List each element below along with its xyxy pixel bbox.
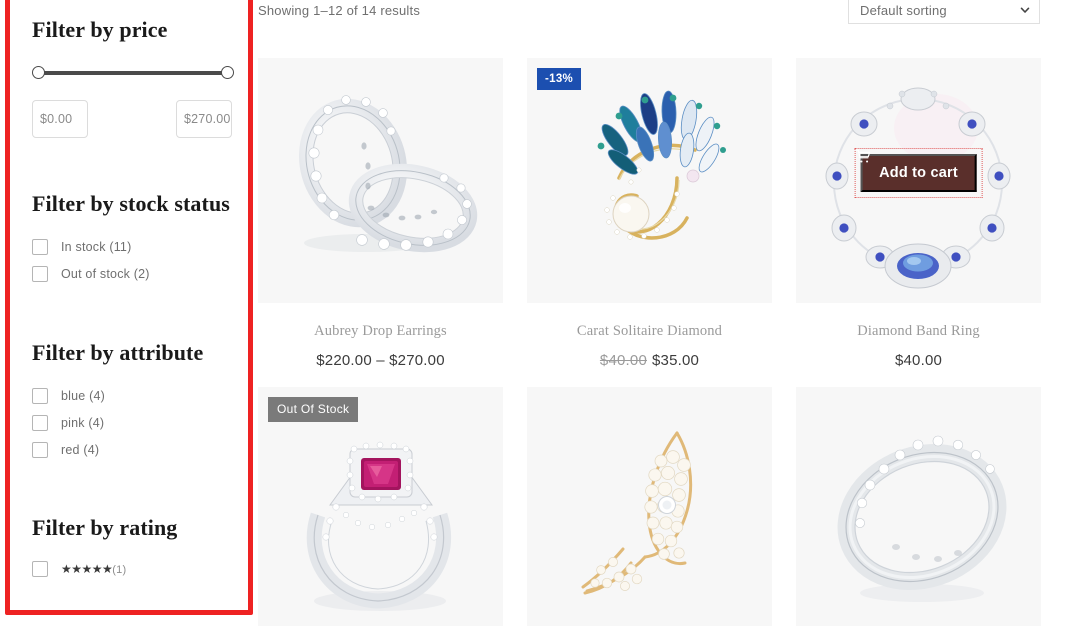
- product-price: $40.00: [796, 352, 1041, 369]
- filter-widget-stock: Filter by stock status In stock (11) Out…: [32, 188, 233, 288]
- product-results: Showing 1–12 of 14 results Default sorti…: [258, 0, 1071, 626]
- checkbox-rating-5[interactable]: [32, 561, 48, 578]
- product-price: $220.00 – $270.00: [258, 352, 503, 369]
- product-card[interactable]: Aubrey Drop Earrings $220.00 – $270.00: [258, 58, 503, 369]
- product-title[interactable]: Diamond Band Ring: [796, 323, 1041, 340]
- sorting-dropdown[interactable]: Default sorting: [848, 0, 1040, 24]
- rating-filter-list: ★★★★★(1): [32, 556, 233, 583]
- add-to-cart-focus-ring: Add to cart: [854, 148, 983, 199]
- stock-filter-label: Out of stock (2): [61, 267, 150, 282]
- filter-widget-attribute: Filter by attribute blue (4) pink (4) re…: [32, 337, 233, 464]
- sorting-selected-value: Default sorting: [860, 2, 947, 18]
- product-old-price: $40.00: [599, 352, 647, 369]
- checkbox-red[interactable]: [32, 442, 48, 459]
- product-archive-page: Filter by price $0.00 $270.00 Filter by …: [0, 0, 1071, 626]
- attribute-filter-label: red (4): [61, 443, 100, 458]
- product-card[interactable]: [796, 387, 1041, 626]
- rating-count: (1): [112, 564, 127, 577]
- product-card[interactable]: -13% Carat Solitaire Diamond $40.00 $35.0…: [527, 58, 772, 369]
- price-min-input[interactable]: $0.00: [32, 99, 88, 138]
- filter-widget-price: Filter by price $0.00 $270.00: [32, 0, 234, 138]
- attribute-filter-item-blue[interactable]: blue (4): [32, 383, 233, 410]
- checkbox-in-stock[interactable]: [32, 239, 48, 256]
- attribute-filter-list: blue (4) pink (4) red (4): [32, 383, 233, 464]
- attribute-filter-label: blue (4): [61, 389, 105, 404]
- checkbox-pink[interactable]: [32, 415, 48, 432]
- add-to-cart-button[interactable]: Add to cart: [855, 149, 977, 193]
- rating-filter-item-5-star[interactable]: ★★★★★(1): [32, 556, 233, 583]
- price-slider-handle-min[interactable]: [32, 65, 45, 79]
- price-slider-track: [36, 70, 226, 75]
- attribute-filter-item-pink[interactable]: pink (4): [32, 410, 233, 437]
- sale-badge: -13%: [537, 68, 582, 91]
- filter-widget-rating: Filter by rating ★★★★★(1): [32, 512, 233, 583]
- stock-filter-list: In stock (11) Out of stock (2): [32, 234, 233, 288]
- stock-filter-label: In stock (11): [61, 240, 132, 255]
- product-image-gold-leaf-brooch[interactable]: [527, 387, 772, 626]
- product-image-aubrey-drop-earrings[interactable]: [258, 58, 503, 303]
- stock-filter-item-in-stock[interactable]: In stock (11): [32, 234, 233, 261]
- add-to-cart-label: Add to cart: [879, 165, 958, 182]
- product-card[interactable]: Out Of Stock: [258, 387, 503, 626]
- product-image-silver-band-ring[interactable]: [796, 387, 1041, 626]
- filters-sidebar: Filter by price $0.00 $270.00 Filter by …: [0, 0, 253, 626]
- filter-price-title: Filter by price: [32, 17, 168, 42]
- product-image-carat-solitaire-diamond[interactable]: -13%: [527, 58, 772, 303]
- shopping-cart-icon: [855, 149, 870, 163]
- product-price-value: $220.00 – $270.00: [316, 352, 445, 369]
- price-min-value: $0.00: [40, 111, 73, 126]
- product-card[interactable]: [527, 387, 772, 626]
- out-of-stock-badge: Out Of Stock: [268, 397, 359, 422]
- attribute-filter-label: pink (4): [61, 416, 105, 431]
- filter-attribute-title: Filter by attribute: [32, 339, 204, 365]
- price-max-value: $270.00: [184, 111, 231, 126]
- stock-filter-item-out-of-stock[interactable]: Out of stock (2): [32, 261, 233, 288]
- product-title[interactable]: Aubrey Drop Earrings: [258, 323, 503, 340]
- product-image-diamond-band-ring[interactable]: Add to cart: [796, 58, 1041, 303]
- product-card[interactable]: Add to cart Diamond Band Ring $40.00: [796, 58, 1041, 369]
- product-title[interactable]: Carat Solitaire Diamond: [527, 323, 772, 340]
- price-slider-handle-max[interactable]: [221, 65, 234, 79]
- filter-rating-title: Filter by rating: [32, 514, 178, 540]
- product-price-value: $40.00: [894, 352, 943, 369]
- rating-stars-icon: ★★★★★(1): [61, 562, 126, 576]
- price-inputs: $0.00 $270.00: [32, 99, 232, 138]
- checkbox-out-of-stock[interactable]: [32, 266, 48, 283]
- product-price: $40.00 $35.00: [527, 352, 772, 369]
- checkbox-blue[interactable]: [32, 388, 48, 405]
- result-count: Showing 1–12 of 14 results: [258, 3, 421, 18]
- price-range-slider[interactable]: [32, 65, 234, 80]
- attribute-filter-item-red[interactable]: red (4): [32, 437, 233, 464]
- product-price-value: $35.00: [652, 352, 700, 369]
- price-max-input[interactable]: $270.00: [176, 99, 232, 138]
- chevron-down-icon: [1020, 7, 1030, 13]
- product-image-pink-gemstone-ring[interactable]: Out Of Stock: [258, 387, 503, 626]
- rating-stars-glyphs: ★★★★★: [61, 562, 113, 577]
- filter-stock-title: Filter by stock status: [32, 190, 230, 216]
- product-grid: Aubrey Drop Earrings $220.00 – $270.00 -…: [258, 58, 1041, 626]
